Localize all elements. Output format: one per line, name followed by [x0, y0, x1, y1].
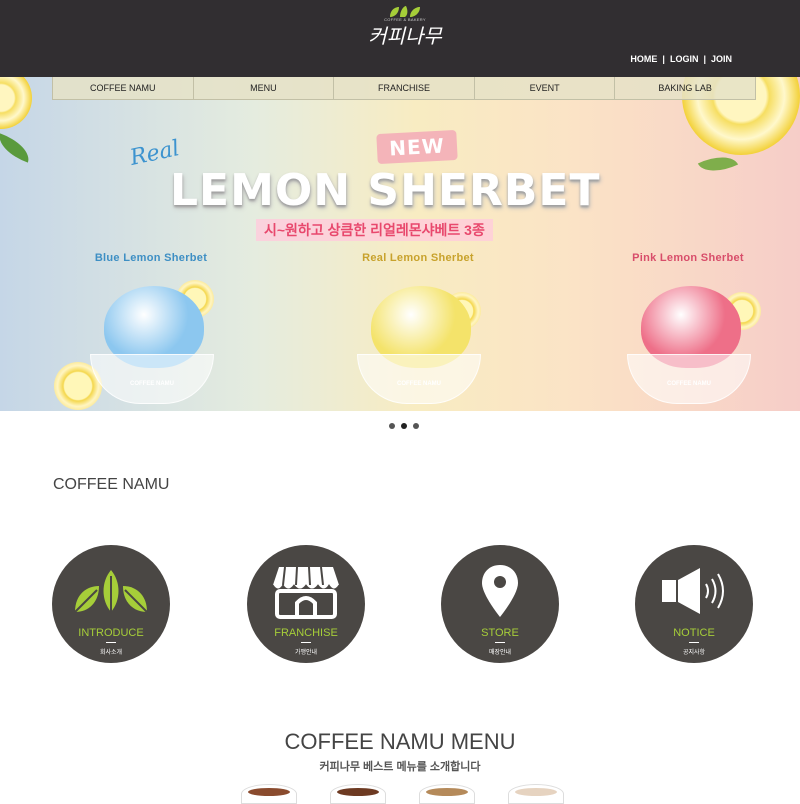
card-subtitle: 회사소개 [99, 650, 123, 656]
leaf-image [0, 133, 34, 163]
sherbet-glass: COFFEE NAMU [627, 354, 751, 404]
slider-dot-active[interactable] [401, 423, 407, 429]
new-badge: NEW [376, 129, 458, 165]
card-title: FRANCHISE [274, 627, 338, 639]
site-header: COFFEE & BAKERY 커피나무 HOME | LOGIN | JOIN [0, 0, 800, 77]
sherbet-cup-image: COFFEE NAMU [54, 276, 226, 410]
card-title: NOTICE [673, 627, 715, 639]
card-title: INTRODUCE [78, 627, 144, 639]
nav-item-coffee-namu[interactable]: COFFEE NAMU [52, 77, 193, 100]
nav-item-baking-lab[interactable]: BAKING LAB [614, 77, 756, 100]
lemon-slice-image [0, 77, 32, 129]
utility-nav: HOME | LOGIN | JOIN [630, 54, 732, 64]
cup-label: COFFEE NAMU [130, 381, 174, 387]
divider [106, 642, 116, 643]
section-title: COFFEE NAMU [53, 476, 170, 493]
divider [495, 642, 505, 643]
menu-item-image[interactable] [419, 784, 475, 804]
product-name: Pink Lemon Sherbet [632, 252, 744, 264]
separator: | [662, 54, 665, 64]
join-link[interactable]: JOIN [711, 54, 732, 64]
card-subtitle: 공지사항 [682, 650, 706, 656]
product-real-lemon-sherbet: Real Lemon Sherbet COFFEE NAMU [323, 252, 513, 406]
slider-dot[interactable] [413, 423, 419, 429]
divider [301, 642, 311, 643]
card-subtitle: 가맹안내 [294, 650, 318, 656]
card-title: STORE [481, 627, 519, 639]
menu-section-title: COFFEE NAMU MENU [284, 729, 516, 754]
megaphone-icon [662, 568, 724, 614]
slider-pagination [389, 423, 419, 429]
cup-label: COFFEE NAMU [667, 381, 711, 387]
hero-banner[interactable]: COFFEE NAMU MENU FRANCHISE EVENT BAKING … [0, 77, 800, 411]
menu-item-image[interactable] [508, 784, 564, 804]
slider-dot[interactable] [389, 423, 395, 429]
hero-title: LEMON SHERBET [170, 165, 601, 216]
sherbet-glass: COFFEE NAMU [90, 354, 214, 404]
menu-item-image[interactable] [330, 784, 386, 804]
separator: | [703, 54, 706, 64]
leaves-icon [74, 570, 148, 613]
logo-text: 커피나무 [368, 24, 442, 48]
location-pin-icon [482, 565, 518, 617]
divider [689, 642, 699, 643]
cup-label: COFFEE NAMU [397, 381, 441, 387]
sherbet-cup-image: COFFEE NAMU [613, 276, 763, 406]
product-blue-lemon-sherbet: Blue Lemon Sherbet COFFEE NAMU [54, 252, 246, 410]
card-subtitle: 매장안내 [488, 650, 512, 656]
notice-card[interactable]: NOTICE 공지사항 [635, 545, 753, 663]
hero-subtitle: 시~원하고 상큼한 리얼레몬샤베트 3종 [256, 219, 493, 241]
introduce-card[interactable]: INTRODUCE 회사소개 [52, 545, 170, 663]
brand-logo[interactable]: COFFEE & BAKERY 커피나무 [360, 6, 450, 56]
store-icon [272, 566, 340, 619]
product-name: Blue Lemon Sherbet [94, 252, 208, 264]
menu-section-subtitle: 커피나무 베스트 메뉴를 소개합니다 [319, 761, 481, 773]
home-link[interactable]: HOME [630, 54, 657, 64]
nav-item-menu[interactable]: MENU [192, 77, 334, 100]
product-pink-lemon-sherbet: Pink Lemon Sherbet COFFEE NAMU [593, 252, 783, 406]
menu-item-image[interactable] [241, 784, 297, 804]
sherbet-glass: COFFEE NAMU [357, 354, 481, 404]
franchise-card[interactable]: FRANCHISE 가맹안내 [247, 545, 365, 663]
login-link[interactable]: LOGIN [670, 54, 699, 64]
main-nav: COFFEE NAMU MENU FRANCHISE EVENT BAKING … [52, 77, 756, 100]
nav-item-event[interactable]: EVENT [473, 77, 615, 100]
product-name: Real Lemon Sherbet [362, 252, 474, 264]
nav-item-franchise[interactable]: FRANCHISE [333, 77, 474, 100]
sherbet-cup-image: COFFEE NAMU [343, 276, 493, 406]
store-card[interactable]: STORE 매장안내 [441, 545, 559, 663]
